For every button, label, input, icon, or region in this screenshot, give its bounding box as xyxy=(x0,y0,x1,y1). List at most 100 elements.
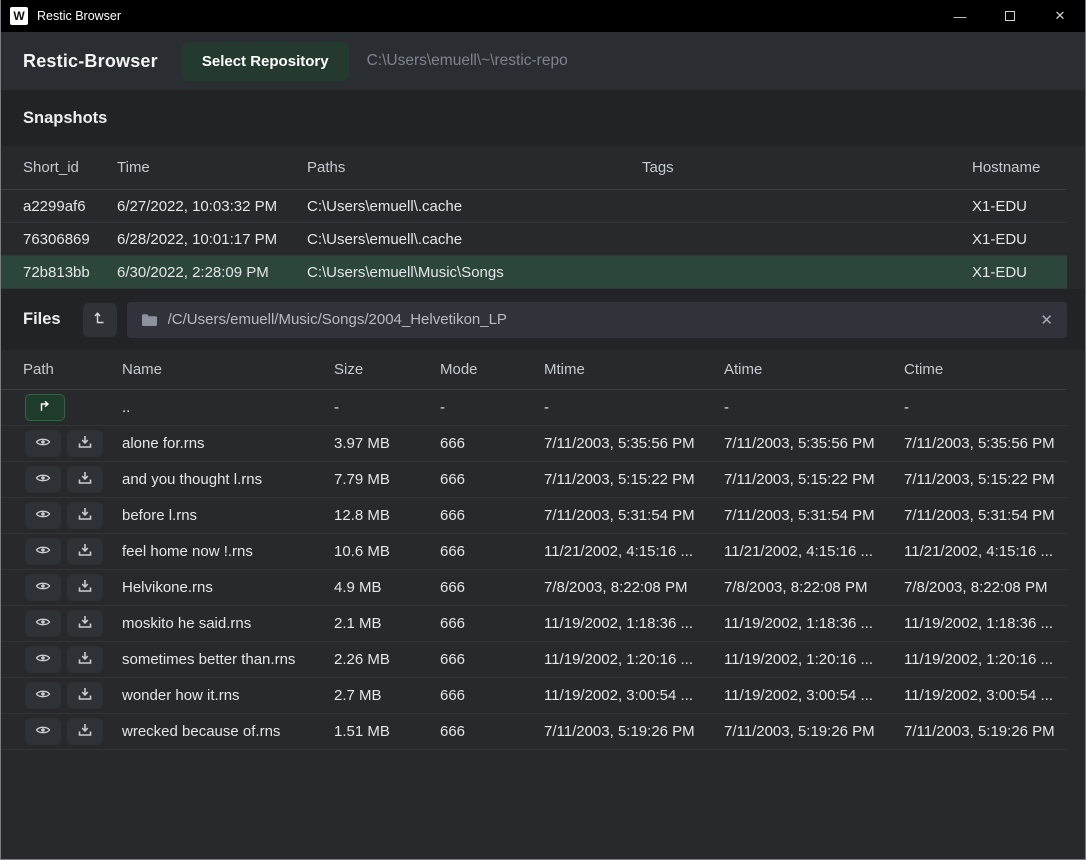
file-atime: 7/11/2003, 5:35:56 PM xyxy=(724,435,904,452)
download-file-button[interactable] xyxy=(67,646,103,673)
parent-size: - xyxy=(334,399,440,416)
files-section-header: Files /C/Users/emuell/Music/Songs/2004_H… xyxy=(1,289,1085,350)
column-header-atime: Atime xyxy=(724,361,904,378)
file-atime: 7/11/2003, 5:15:22 PM xyxy=(724,471,904,488)
snapshots-table-header: Short_id Time Paths Tags Hostname xyxy=(1,146,1067,190)
download-icon xyxy=(77,650,93,669)
file-name: sometimes better than.rns xyxy=(122,651,334,668)
file-name: alone for.rns xyxy=(122,435,334,452)
file-ctime: 11/19/2002, 1:20:16 ... xyxy=(904,651,1067,668)
file-mode: 666 xyxy=(440,435,544,452)
preview-file-button[interactable] xyxy=(25,430,61,457)
file-size: 4.9 MB xyxy=(334,579,440,596)
goto-root-icon xyxy=(92,310,108,329)
file-name: and you thought l.rns xyxy=(122,471,334,488)
eye-icon xyxy=(35,470,51,489)
file-mode: 666 xyxy=(440,687,544,704)
column-header-name: Name xyxy=(122,361,334,378)
snapshot-row[interactable]: a2299af6 6/27/2022, 10:03:32 PM C:\Users… xyxy=(1,190,1067,223)
snapshot-short-id: 76306869 xyxy=(23,231,117,248)
file-row: wrecked because of.rns 1.51 MB 666 7/11/… xyxy=(1,714,1067,750)
file-ctime: 7/11/2003, 5:15:22 PM xyxy=(904,471,1067,488)
file-ctime: 7/11/2003, 5:31:54 PM xyxy=(904,507,1067,524)
file-mtime: 11/19/2002, 1:18:36 ... xyxy=(544,615,724,632)
close-icon: ✕ xyxy=(1055,8,1066,24)
clear-path-icon: ✕ xyxy=(1040,312,1053,329)
download-file-button[interactable] xyxy=(67,538,103,565)
file-mtime: 7/8/2003, 8:22:08 PM xyxy=(544,579,724,596)
download-icon xyxy=(77,470,93,489)
snapshot-row[interactable]: 72b813bb 6/30/2022, 2:28:09 PM C:\Users\… xyxy=(1,256,1067,289)
maximize-button[interactable] xyxy=(985,0,1035,32)
eye-icon xyxy=(35,434,51,453)
maximize-icon xyxy=(1005,11,1015,21)
up-directory-icon xyxy=(37,398,53,417)
column-header-tags: Tags xyxy=(642,159,972,176)
snapshot-row[interactable]: 76306869 6/28/2022, 10:01:17 PM C:\Users… xyxy=(1,223,1067,256)
file-row: sometimes better than.rns 2.26 MB 666 11… xyxy=(1,642,1067,678)
file-atime: 11/19/2002, 1:20:16 ... xyxy=(724,651,904,668)
download-icon xyxy=(77,722,93,741)
preview-file-button[interactable] xyxy=(25,538,61,565)
column-header-mtime: Mtime xyxy=(544,361,724,378)
snapshot-short-id: 72b813bb xyxy=(23,264,117,281)
file-size: 10.6 MB xyxy=(334,543,440,560)
file-mode: 666 xyxy=(440,723,544,740)
download-file-button[interactable] xyxy=(67,718,103,745)
download-icon xyxy=(77,578,93,597)
preview-file-button[interactable] xyxy=(25,610,61,637)
snapshot-time: 6/27/2022, 10:03:32 PM xyxy=(117,198,307,215)
file-ctime: 7/11/2003, 5:35:56 PM xyxy=(904,435,1067,452)
eye-icon xyxy=(35,614,51,633)
file-atime: 11/19/2002, 3:00:54 ... xyxy=(724,687,904,704)
files-heading: Files xyxy=(23,310,61,329)
preview-file-button[interactable] xyxy=(25,646,61,673)
eye-icon xyxy=(35,686,51,705)
close-button[interactable]: ✕ xyxy=(1035,0,1085,32)
file-row: and you thought l.rns 7.79 MB 666 7/11/2… xyxy=(1,462,1067,498)
column-header-paths: Paths xyxy=(307,159,642,176)
preview-file-button[interactable] xyxy=(25,574,61,601)
snapshot-hostname: X1-EDU xyxy=(972,231,1067,248)
eye-icon xyxy=(35,506,51,525)
parent-mtime: - xyxy=(544,399,724,416)
preview-file-button[interactable] xyxy=(25,502,61,529)
folder-icon xyxy=(141,313,158,327)
up-directory-button[interactable] xyxy=(25,394,65,421)
column-header-short-id: Short_id xyxy=(23,159,117,176)
file-atime: 7/11/2003, 5:31:54 PM xyxy=(724,507,904,524)
download-file-button[interactable] xyxy=(67,502,103,529)
goto-root-button[interactable] xyxy=(83,303,117,337)
column-header-path: Path xyxy=(23,361,122,378)
eye-icon xyxy=(35,650,51,669)
file-row: moskito he said.rns 2.1 MB 666 11/19/200… xyxy=(1,606,1067,642)
download-file-button[interactable] xyxy=(67,682,103,709)
file-ctime: 7/8/2003, 8:22:08 PM xyxy=(904,579,1067,596)
preview-file-button[interactable] xyxy=(25,466,61,493)
minimize-icon: — xyxy=(954,9,967,24)
file-ctime: 11/19/2002, 1:18:36 ... xyxy=(904,615,1067,632)
download-file-button[interactable] xyxy=(67,574,103,601)
clear-path-button[interactable]: ✕ xyxy=(1040,311,1053,329)
file-row: before l.rns 12.8 MB 666 7/11/2003, 5:31… xyxy=(1,498,1067,534)
eye-icon xyxy=(35,542,51,561)
snapshot-paths: C:\Users\emuell\Music\Songs xyxy=(307,264,642,281)
select-repository-button[interactable]: Select Repository xyxy=(182,42,349,81)
file-mtime: 11/19/2002, 3:00:54 ... xyxy=(544,687,724,704)
file-ctime: 11/21/2002, 4:15:16 ... xyxy=(904,543,1067,560)
file-size: 2.1 MB xyxy=(334,615,440,632)
download-file-button[interactable] xyxy=(67,430,103,457)
column-header-time: Time xyxy=(117,159,307,176)
snapshot-time: 6/30/2022, 2:28:09 PM xyxy=(117,264,307,281)
download-file-button[interactable] xyxy=(67,610,103,637)
minimize-button[interactable]: — xyxy=(935,0,985,32)
preview-file-button[interactable] xyxy=(25,718,61,745)
download-file-button[interactable] xyxy=(67,466,103,493)
current-path-bar[interactable]: /C/Users/emuell/Music/Songs/2004_Helveti… xyxy=(127,302,1067,338)
file-row: feel home now !.rns 10.6 MB 666 11/21/20… xyxy=(1,534,1067,570)
preview-file-button[interactable] xyxy=(25,682,61,709)
column-header-size: Size xyxy=(334,361,440,378)
eye-icon xyxy=(35,722,51,741)
file-name: feel home now !.rns xyxy=(122,543,334,560)
file-row: wonder how it.rns 2.7 MB 666 11/19/2002,… xyxy=(1,678,1067,714)
